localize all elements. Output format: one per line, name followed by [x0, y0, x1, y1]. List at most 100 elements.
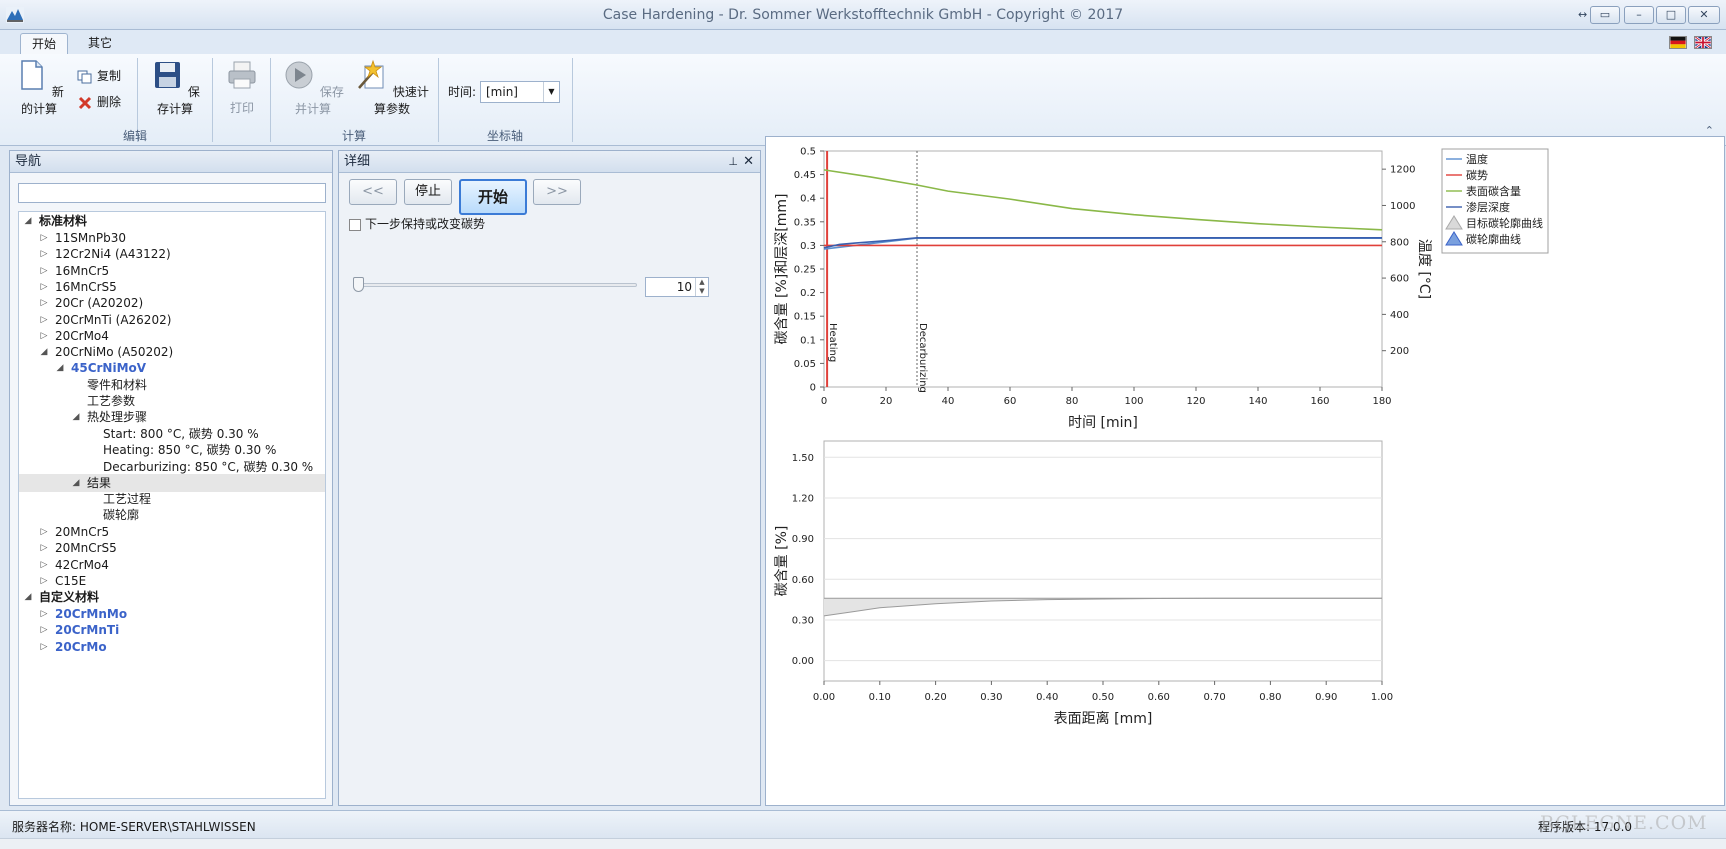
legend-label: 目标碳轮廓曲线 — [1466, 216, 1543, 230]
save-disk-icon — [155, 62, 181, 88]
y-tick-label: 0.30 — [792, 615, 814, 626]
y-tick-label: 0.45 — [794, 170, 816, 181]
y-tick-label: 0.5 — [800, 147, 816, 158]
x-tick-label: 120 — [1186, 396, 1205, 407]
print-button[interactable]: 打印 — [222, 58, 262, 116]
x-tick-label: 80 — [1066, 396, 1079, 407]
nav-tree: ◢ 标准材料 ▷ 11SMnPb30 ▷ 12Cr2Ni4 (A43122) ▷ 16M… — [18, 211, 326, 799]
y-tick-label: 0.4 — [800, 194, 816, 205]
prev-step-button[interactable]: << — [349, 179, 397, 205]
x-tick-label: 100 — [1124, 396, 1143, 407]
x-tick-label: 140 — [1248, 396, 1267, 407]
collapse-triangle-icon[interactable]: ◢ — [23, 212, 33, 230]
x-tick-label: 180 — [1372, 396, 1391, 407]
tree-node-custom-materials[interactable]: ◢ 自定义材料 — [19, 588, 325, 606]
minimize-button[interactable]: – — [1624, 6, 1654, 24]
tab-start[interactable]: 开始 — [20, 33, 69, 55]
ribbon-separator — [572, 58, 573, 142]
tree-node-material[interactable]: ▷ 12Cr2Ni4 (A43122) — [19, 245, 325, 263]
keep-carbon-checkbox-row[interactable]: 下一步保持或改变碳势 — [349, 215, 485, 232]
expand-triangle-icon[interactable]: ▷ — [39, 294, 49, 312]
step-slider-track[interactable] — [357, 283, 637, 287]
expand-triangle-icon[interactable]: ▷ — [39, 245, 49, 263]
ribbon: 新的计算 复制 删除 保存计算 打印 编辑 保存并计算 快速计算参数 计算 时间… — [0, 54, 1726, 146]
delete-label: 删除 — [97, 95, 122, 109]
navigation-panel: 导航 ◢ 标准材料 ▷ 11SMnPb30 ▷ 12Cr2Ni4 (A43122) ▷… — [9, 150, 333, 806]
y-tick-label: 0.35 — [794, 217, 816, 228]
y-tick-label: 0.90 — [792, 534, 814, 545]
stepper-arrows-icon[interactable]: ▲ ▼ — [695, 278, 708, 296]
stop-button[interactable]: 停止 — [404, 179, 452, 205]
y-tick-label: 0.1 — [800, 335, 816, 346]
tree-node-custom-material[interactable]: ▷ 20CrMnTi — [19, 621, 325, 639]
y-tick-label: 0.3 — [800, 241, 816, 252]
tab-other[interactable]: 其它 — [77, 33, 123, 55]
x-tick-label: 0.00 — [813, 692, 835, 703]
time-label: 时间: — [448, 85, 477, 99]
status-bar: 服务器名称: HOME-SERVER\STAHLWISSEN 程序版本: 17.… — [0, 810, 1726, 838]
copy-label: 复制 — [97, 69, 122, 83]
tree-node-step[interactable]: Heating: 850 °C, 碳势 0.30 % — [19, 441, 325, 459]
pin-icon[interactable]: ⊥ — [728, 151, 738, 172]
copy-button[interactable]: 复制 — [77, 66, 121, 86]
charts-canvas: 0 20 40 60 80 100 120 140 160 18000.050.10.150.20… — [774, 147, 1549, 727]
y-tick-label: 0 — [810, 383, 816, 394]
x-tick-label: 0.20 — [924, 692, 946, 703]
tree-node-material[interactable]: ▷ 20Cr (A20202) — [19, 294, 325, 312]
x-tick-label: 0.40 — [1036, 692, 1058, 703]
x-tick-label: 20 — [880, 396, 893, 407]
print-label: 打印 — [229, 101, 254, 115]
tree-node-custom-material[interactable]: ▷ 20CrMo — [19, 638, 325, 656]
tree-node-calculation[interactable]: ◢ 45CrNiMoV — [19, 359, 325, 377]
chart-panel: 0 20 40 60 80 100 120 140 160 180 0 0.05 0.1 0.15 0.2 0… — [765, 136, 1725, 806]
tree-node-result[interactable]: 碳轮廓 — [19, 506, 325, 524]
y2-axis-title: 温度 [°C] — [1416, 239, 1432, 299]
x-tick-label: 0.90 — [1315, 692, 1337, 703]
save-and-calc-button[interactable]: 保存并计算 — [280, 58, 346, 117]
save-calc-button[interactable]: 保存计算 — [147, 58, 203, 117]
expand-triangle-icon[interactable]: ▷ — [39, 539, 49, 557]
new-calc-button[interactable]: 新的计算 — [14, 58, 64, 117]
group-label-axis: 坐标轴 — [486, 129, 523, 143]
close-panel-icon[interactable]: ✕ — [743, 151, 754, 172]
uk-flag-icon[interactable] — [1694, 36, 1712, 49]
expand-triangle-icon[interactable]: ▷ — [39, 638, 49, 656]
x-tick-label: 0.10 — [869, 692, 891, 703]
screen-button[interactable]: ▭ — [1590, 6, 1620, 24]
y2-tick-label: 200 — [1390, 346, 1409, 357]
phase-label: Decarburizing — [917, 323, 928, 393]
expand-triangle-icon[interactable]: ▷ — [39, 621, 49, 639]
time-unit-dropdown[interactable]: [min] ▼ — [480, 81, 560, 103]
x-tick-label: 0.30 — [980, 692, 1002, 703]
chevron-down-icon[interactable]: ▼ — [543, 82, 559, 102]
restore-arrows-icon[interactable]: ↔ — [1578, 8, 1587, 21]
collapse-triangle-icon[interactable]: ◢ — [55, 359, 65, 377]
maximize-button[interactable]: □ — [1656, 6, 1686, 24]
delete-button[interactable]: 删除 — [77, 92, 121, 112]
new-document-icon — [21, 60, 43, 90]
tree-node-material[interactable]: ▷ 20MnCrS5 — [19, 539, 325, 557]
server-name: 服务器名称: HOME-SERVER\STAHLWISSEN — [12, 820, 256, 834]
start-button[interactable]: 开始 — [459, 179, 527, 215]
step-value-stepper[interactable]: 10 ▲ ▼ — [645, 277, 709, 297]
collapse-triangle-icon[interactable]: ◢ — [23, 588, 33, 606]
tree-node-heat-steps[interactable]: ◢ 热处理步骤 — [19, 408, 325, 426]
y-tick-label: 0.05 — [794, 359, 816, 370]
next-step-button[interactable]: >> — [533, 179, 581, 205]
y2-tick-label: 1000 — [1390, 201, 1415, 212]
collapse-triangle-icon[interactable]: ◢ — [71, 408, 81, 426]
detail-panel-title: 详细 ⊥ ✕ — [339, 151, 760, 173]
x-axis-title: 时间 [min] — [1068, 415, 1138, 431]
printer-icon — [228, 61, 256, 89]
german-flag-icon[interactable] — [1669, 36, 1687, 49]
step-slider-thumb[interactable] — [353, 277, 364, 292]
y-tick-label: 0.00 — [792, 656, 814, 667]
tree-node-standard-materials[interactable]: ◢ 标准材料 — [19, 212, 325, 230]
group-label-edit: 编辑 — [122, 129, 147, 143]
keep-carbon-label: 下一步保持或改变碳势 — [365, 217, 486, 231]
time-unit-value: [min] — [486, 85, 518, 99]
keep-carbon-checkbox[interactable] — [349, 218, 361, 231]
quick-params-button[interactable]: 快速计算参数 — [352, 58, 432, 117]
close-window-button[interactable]: ✕ — [1688, 6, 1720, 24]
nav-search-input[interactable] — [18, 183, 326, 203]
